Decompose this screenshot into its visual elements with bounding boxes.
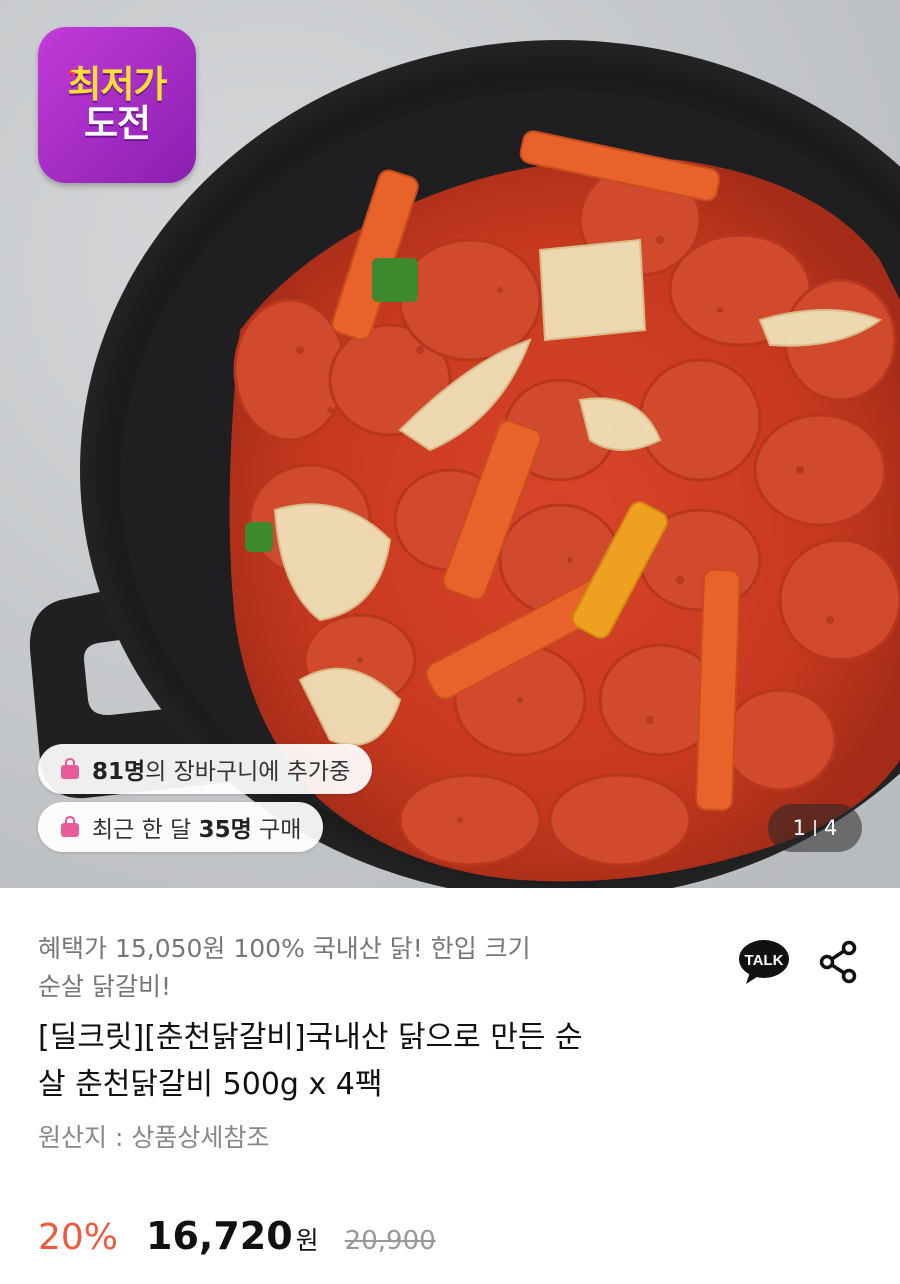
purchase-count-pill: 최근 한 달 35명 구매	[38, 802, 324, 852]
price-row: 20% 16,720 원 20,900	[38, 1214, 436, 1258]
image-page-counter: 1 4	[768, 804, 862, 852]
product-title: [딜크릿][춘천닭갈비]국내산 닭으로 만든 순 살 춘천닭갈비 500g x …	[38, 1014, 718, 1108]
title-line1: [딜크릿][춘천닭갈비]국내산 닭으로 만든 순	[38, 1020, 583, 1055]
cart-count-strong: 81명	[92, 759, 146, 785]
product-subtitle: 혜택가 15,050원 100% 국내산 닭! 한입 크기 순살 닭갈비!	[38, 930, 718, 1006]
lightning-icon: ⚡	[64, 62, 80, 87]
counter-current: 1	[792, 816, 806, 840]
counter-total: 4	[824, 816, 838, 840]
shopping-bag-icon	[61, 815, 79, 837]
origin-info: 원산지 : 상품상세참조	[38, 1123, 270, 1152]
discount-rate: 20%	[38, 1217, 119, 1258]
original-price: 20,900	[344, 1226, 436, 1256]
kakao-talk-icon[interactable]: TALK	[738, 938, 790, 986]
product-image-carousel[interactable]: ⚡ 최저가 도전 81명 의 장바구니에 추가중 최근 한 달 35명 구매 1 …	[0, 0, 900, 888]
share-tools: TALK	[738, 938, 858, 986]
counter-divider	[814, 820, 816, 836]
product-info: 혜택가 15,050원 100% 국내산 닭! 한입 크기 순살 닭갈비! [딜…	[38, 930, 718, 1158]
cart-count-pill: 81명 의 장바구니에 추가중	[38, 744, 373, 794]
badge-line2: 도전	[83, 102, 151, 145]
sale-price: 16,720	[146, 1214, 293, 1258]
lowest-price-challenge-badge: ⚡ 최저가 도전	[38, 27, 196, 183]
shopping-bag-icon	[61, 757, 79, 779]
share-icon[interactable]	[818, 940, 858, 984]
purchase-count-suffix: 구매	[251, 817, 302, 843]
subtitle-line2: 순살 닭갈비!	[38, 972, 171, 1001]
title-line2: 살 춘천닭갈비 500g x 4팩	[38, 1067, 383, 1102]
purchase-count-prefix: 최근 한 달	[92, 817, 199, 843]
subtitle-line1: 혜택가 15,050원 100% 국내산 닭! 한입 크기	[38, 934, 531, 963]
currency-unit: 원	[295, 1226, 319, 1255]
talk-label: TALK	[745, 952, 784, 969]
badge-line1: 최저가	[67, 63, 167, 107]
purchase-count-strong: 35명	[198, 817, 252, 843]
cart-count-text: 의 장바구니에 추가중	[145, 759, 351, 785]
